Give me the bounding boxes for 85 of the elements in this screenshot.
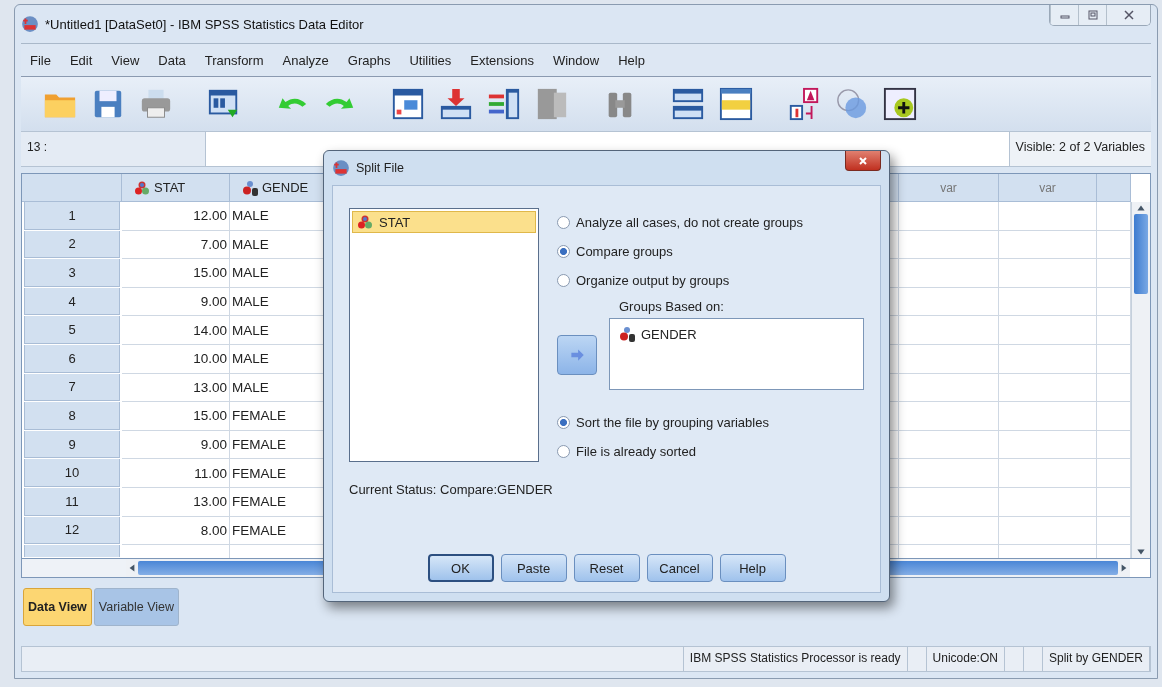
row-number[interactable]: 4: [24, 287, 120, 316]
table-icon[interactable]: [719, 87, 753, 121]
maximize-button[interactable]: [1078, 5, 1106, 25]
variable-list[interactable]: STAT: [349, 208, 539, 462]
dialog-button[interactable]: Paste: [500, 554, 567, 582]
row-number[interactable]: 3: [24, 259, 120, 287]
dialog-button[interactable]: Reset: [573, 554, 640, 582]
scale-variable-icon: [357, 214, 373, 230]
table-cell: 9.00: [122, 430, 230, 460]
minimize-button[interactable]: [1050, 5, 1078, 25]
table-cell: 12.00: [122, 202, 230, 231]
row-number[interactable]: 8: [24, 402, 120, 430]
view-tab[interactable]: Data View: [23, 588, 92, 627]
menu-item[interactable]: File: [21, 52, 61, 68]
tables-icon[interactable]: [671, 87, 705, 121]
nominal-variable-icon: [242, 179, 258, 196]
split-status: Split by GENDER: [1042, 647, 1150, 671]
row-number[interactable]: 7: [24, 373, 120, 402]
radio-option[interactable]: Analyze all cases, do not create groups: [557, 208, 864, 237]
window-title: *Untitled1 [DataSet0] - IBM SPSS Statistics Data Editor: [45, 16, 364, 32]
app-icon: [21, 15, 39, 33]
row-number[interactable]: 6: [24, 344, 120, 373]
row-number[interactable]: 12: [24, 516, 120, 545]
menu-item[interactable]: View: [102, 52, 150, 68]
insert-variable-icon[interactable]: [487, 87, 521, 121]
close-icon: [1122, 9, 1135, 21]
insert-cases-icon[interactable]: [439, 87, 473, 121]
menu-item[interactable]: Help: [609, 52, 655, 68]
variable-item[interactable]: STAT: [352, 211, 536, 233]
groups-list[interactable]: GENDER: [609, 318, 864, 390]
groups-label: Groups Based on:: [618, 299, 725, 314]
scroll-thumb[interactable]: [1134, 214, 1148, 294]
table-cell: 13.00: [122, 487, 230, 517]
table-cell: 8.00: [122, 516, 230, 546]
vertical-scrollbar[interactable]: [1131, 202, 1150, 559]
go-to-case-icon[interactable]: [391, 87, 425, 121]
nominal-variable-icon: [619, 326, 635, 342]
row-number[interactable]: 11: [24, 487, 120, 516]
menu-item[interactable]: Extensions: [461, 52, 544, 68]
value-labels-icon[interactable]: [787, 87, 821, 121]
move-button[interactable]: [557, 334, 597, 375]
radio-option[interactable]: Sort the file by grouping variables: [557, 408, 864, 437]
visible-variables-label: Visible: 2 of 2 Variables: [1008, 132, 1151, 166]
radio-option[interactable]: File is already sorted: [557, 437, 864, 466]
menu-item[interactable]: Analyze: [273, 52, 339, 68]
table-cell: 14.00: [122, 316, 230, 345]
view-tab[interactable]: Variable View: [93, 588, 180, 627]
menu-item[interactable]: Edit: [60, 52, 103, 68]
status-message: IBM SPSS Statistics Processor is ready: [683, 647, 908, 671]
table-cell: 9.00: [122, 287, 230, 317]
dialog-title: Split File: [356, 161, 404, 175]
dialog-icon: [332, 159, 350, 177]
split-file-icon[interactable]: [535, 87, 569, 121]
table-cell: 7.00: [122, 230, 230, 260]
use-sets-icon[interactable]: [835, 87, 869, 121]
row-number[interactable]: 9: [24, 430, 120, 459]
radio-option[interactable]: Organize output by groups: [557, 266, 864, 295]
menu-item[interactable]: Transform: [195, 52, 274, 68]
menu-item[interactable]: Data: [149, 52, 196, 68]
table-cell: 15.00: [122, 402, 230, 431]
table-cell: 15.00: [122, 259, 230, 288]
printer-icon[interactable]: [139, 87, 173, 121]
row-number[interactable]: 5: [24, 316, 120, 344]
scale-variable-icon: [134, 179, 150, 196]
unicode-status: Unicode:ON: [926, 647, 1005, 671]
dialog-button[interactable]: OK: [427, 554, 494, 582]
dialog-button[interactable]: Cancel: [646, 554, 713, 582]
table-cell: 13.00: [122, 373, 230, 403]
row-number[interactable]: 10: [24, 459, 120, 487]
radio-option[interactable]: Compare groups: [557, 237, 864, 266]
variable-item[interactable]: GENDER: [614, 323, 859, 345]
menu-item[interactable]: Graphs: [338, 52, 401, 68]
row-number[interactable]: 1: [24, 202, 120, 230]
menu-item[interactable]: Utilities: [400, 52, 462, 68]
current-status: Current Status: Compare:GENDER: [349, 482, 554, 497]
close-icon: [857, 154, 869, 167]
table-cell: 10.00: [122, 344, 230, 374]
close-button[interactable]: [845, 151, 881, 171]
row-number[interactable]: 2: [24, 230, 120, 259]
restore-icon: [1086, 9, 1099, 21]
dialog-button[interactable]: Help: [719, 554, 786, 582]
table-cell: 11.00: [122, 459, 230, 488]
add-icon[interactable]: [883, 87, 917, 121]
menu-item[interactable]: Window: [543, 52, 610, 68]
column-header[interactable]: STAT: [122, 174, 230, 202]
